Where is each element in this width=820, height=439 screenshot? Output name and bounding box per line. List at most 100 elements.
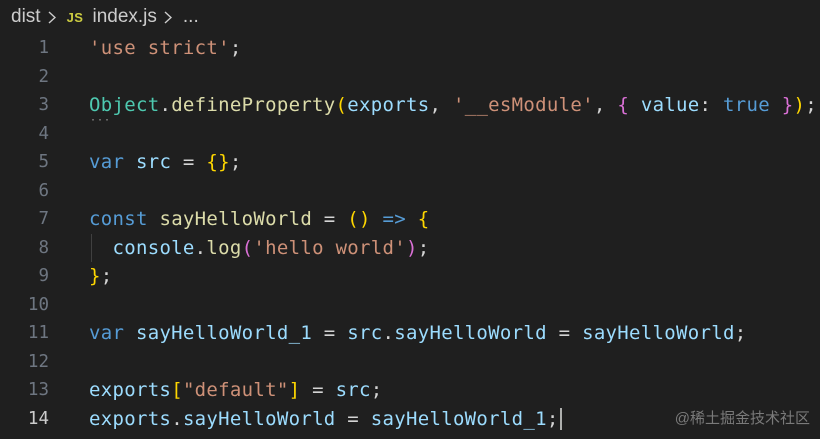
breadcrumb-file[interactable]: index.js bbox=[92, 6, 156, 28]
code-token: , bbox=[593, 94, 618, 116]
line-number: 1 bbox=[38, 38, 49, 58]
code-line[interactable]: 11 var sayHelloWorld_1 = src.sayHelloWorl… bbox=[0, 319, 820, 348]
line-number: 7 bbox=[38, 209, 49, 229]
code-text[interactable]: exports.sayHelloWorld = sayHelloWorld_1; bbox=[89, 405, 562, 434]
line-number: 3 bbox=[38, 95, 49, 115]
breadcrumb: dist JS index.js ... bbox=[0, 0, 820, 34]
code-token: ) bbox=[793, 94, 806, 116]
code-token: src bbox=[135, 151, 172, 173]
code-token: sayHelloWorld bbox=[394, 322, 547, 344]
code-line[interactable]: 1 'use strict'; bbox=[0, 34, 820, 63]
code-token: : bbox=[699, 94, 724, 116]
code-token: const bbox=[89, 208, 148, 230]
code-token: = bbox=[312, 208, 348, 230]
code-token: exports bbox=[347, 94, 430, 116]
line-number: 2 bbox=[38, 66, 49, 87]
code-token: exports bbox=[89, 407, 172, 430]
code-token: defineProperty bbox=[171, 94, 336, 116]
code-editor[interactable]: 1'use strict'; 2 3 Object.defineProperty(ex… bbox=[0, 34, 820, 439]
code-token: value bbox=[640, 94, 700, 116]
code-token: sayHelloWorld bbox=[182, 407, 336, 430]
line-number: 9 bbox=[38, 266, 49, 286]
line-number: 14 bbox=[27, 408, 49, 429]
code-line[interactable]: 2 bbox=[0, 63, 820, 92]
code-line[interactable]: 9}; bbox=[0, 262, 820, 291]
code-token: = bbox=[335, 407, 371, 430]
code-line[interactable]: 7 const sayHelloWorld = () => { bbox=[0, 205, 820, 234]
code-token: ) bbox=[406, 236, 418, 259]
code-token: sayHelloWorld_1 bbox=[370, 407, 547, 430]
code-token: ( bbox=[335, 94, 348, 116]
chevron-right-icon bbox=[164, 0, 174, 34]
code-token: . bbox=[159, 94, 172, 116]
code-line[interactable]: 3 Object.defineProperty(exports, '__esMod… bbox=[0, 91, 820, 126]
javascript-file-icon: JS bbox=[66, 9, 84, 25]
line-number: 11 bbox=[27, 323, 49, 343]
code-text[interactable]: var src = {}; bbox=[89, 148, 242, 177]
text-cursor bbox=[559, 408, 562, 430]
code-token: , bbox=[429, 94, 453, 116]
code-token: = bbox=[300, 379, 336, 401]
code-line[interactable]: 12 bbox=[0, 348, 820, 377]
code-token: . bbox=[171, 407, 183, 430]
code-token: = bbox=[546, 322, 583, 344]
code-token: ; bbox=[805, 94, 817, 116]
breadcrumb-symbols[interactable]: ... bbox=[183, 6, 199, 28]
code-token: Object bbox=[89, 94, 160, 116]
code-line[interactable]: 13 exports["default"] = src; bbox=[0, 376, 820, 405]
code-token: exports bbox=[89, 379, 172, 401]
line-number: 8 bbox=[38, 237, 49, 258]
code-token: var bbox=[89, 151, 125, 173]
code-text[interactable]: console.log('hello world'); bbox=[89, 234, 430, 263]
code-token: src bbox=[347, 322, 383, 344]
code-token: { bbox=[617, 94, 630, 116]
code-text[interactable]: 'use strict'; bbox=[89, 34, 242, 63]
code-token: = bbox=[312, 322, 348, 344]
code-token: true bbox=[723, 94, 770, 116]
code-line[interactable]: 5 var src = {}; bbox=[0, 148, 820, 177]
code-token: } bbox=[781, 94, 794, 116]
code-token: ; bbox=[370, 379, 383, 401]
code-token: 'use strict' bbox=[89, 37, 230, 59]
code-token: ; bbox=[546, 407, 559, 430]
code-token: {} bbox=[206, 151, 230, 173]
line-number: 5 bbox=[38, 152, 49, 172]
code-token: ; bbox=[734, 322, 747, 344]
breadcrumb-folder[interactable]: dist bbox=[11, 6, 41, 28]
code-token: "default" bbox=[182, 379, 289, 401]
code-token: { bbox=[417, 208, 430, 230]
code-text[interactable]: }; bbox=[89, 262, 113, 291]
code-token: = bbox=[171, 151, 207, 173]
code-text[interactable]: exports["default"] = src; bbox=[89, 376, 383, 405]
code-token: sayHelloWorld bbox=[159, 208, 313, 230]
line-number: 13 bbox=[27, 380, 49, 400]
code-text[interactable]: const sayHelloWorld = () => { bbox=[89, 205, 430, 234]
code-token: . bbox=[382, 322, 395, 344]
code-token: sayHelloWorld_1 bbox=[135, 322, 313, 344]
code-token: console bbox=[112, 236, 195, 259]
code-line[interactable]: 10 bbox=[0, 291, 820, 320]
line-number: 4 bbox=[38, 123, 49, 144]
code-token: '__esModule' bbox=[452, 94, 594, 116]
code-token: var bbox=[89, 322, 125, 344]
code-token: => bbox=[382, 208, 406, 230]
code-line[interactable]: 6 bbox=[0, 177, 820, 206]
code-token: () bbox=[347, 208, 371, 230]
code-token: 'hello world' bbox=[253, 236, 406, 259]
code-text[interactable]: Object.defineProperty(exports, '__esModu… bbox=[89, 91, 817, 120]
chevron-right-icon bbox=[48, 0, 58, 34]
code-token: ( bbox=[241, 236, 254, 259]
code-token: sayHelloWorld bbox=[582, 322, 735, 344]
code-line[interactable]: 8 console.log('hello world'); bbox=[0, 233, 820, 263]
code-line[interactable]: 4 bbox=[0, 120, 820, 149]
code-token: ; bbox=[100, 265, 113, 287]
code-text[interactable]: var sayHelloWorld_1 = src.sayHelloWorld … bbox=[89, 319, 746, 348]
